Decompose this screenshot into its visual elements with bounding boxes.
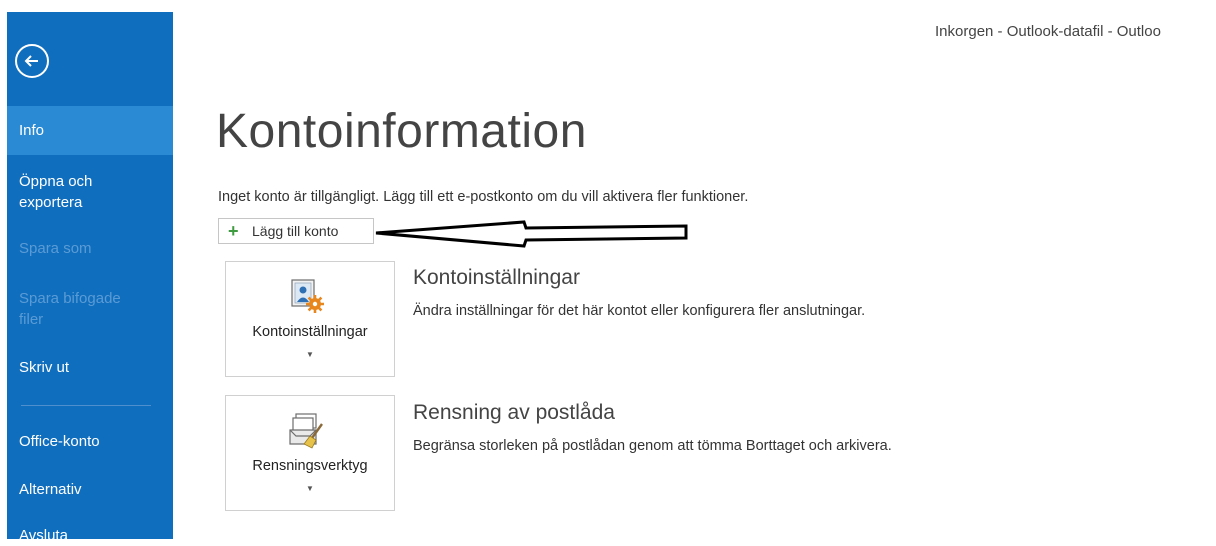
- chevron-down-icon: ▼: [306, 484, 314, 493]
- annotation-arrow-icon: [375, 220, 688, 248]
- add-account-label: Lägg till konto: [252, 223, 339, 239]
- sidebar-item-label: Spara bifogade: [19, 290, 121, 307]
- sidebar-item-exit[interactable]: Avsluta: [7, 525, 173, 546]
- add-account-button[interactable]: + Lägg till konto: [218, 218, 374, 244]
- cleanup-tools-tile-label: Rensningsverktyg: [252, 458, 368, 474]
- sidebar-item-label: Info: [19, 122, 45, 139]
- sidebar-item-label: Öppna och: [19, 173, 93, 190]
- sidebar-item-label: Spara som: [19, 240, 92, 257]
- sidebar-item-label: exportera: [19, 194, 83, 211]
- sidebar-item-save-attachments: Spara bifogade filer: [7, 288, 173, 330]
- back-arrow-icon: [24, 55, 38, 67]
- sidebar-item-open-export[interactable]: Öppna och exportera: [7, 171, 173, 213]
- sidebar-item-label: Avsluta: [19, 527, 68, 544]
- mailbox-cleanup-heading: Rensning av postlåda: [413, 401, 615, 424]
- no-account-message: Inget konto är tillgängligt. Lägg till e…: [218, 189, 749, 205]
- sidebar-item-office-account[interactable]: Office-konto: [7, 431, 173, 452]
- plus-icon: +: [228, 221, 239, 241]
- sidebar-divider: [21, 405, 151, 406]
- backstage-sidebar: Info Öppna och exportera Spara som Spara…: [7, 12, 173, 544]
- sidebar-item-options[interactable]: Alternativ: [7, 479, 173, 500]
- sidebar-item-info[interactable]: Info: [7, 106, 173, 155]
- window-title: Inkorgen - Outlook-datafil - Outloo: [935, 23, 1161, 40]
- account-settings-description: Ändra inställningar för det här kontot e…: [413, 303, 866, 319]
- sidebar-item-label: Skriv ut: [19, 359, 70, 376]
- back-button[interactable]: [15, 44, 49, 78]
- page-title: Kontoinformation: [216, 105, 587, 158]
- mailbox-cleanup-description: Begränsa storleken på postlådan genom at…: [413, 438, 892, 454]
- sidebar-item-label: filer: [19, 311, 44, 328]
- sidebar-item-print[interactable]: Skriv ut: [7, 357, 173, 378]
- cleanup-tools-icon: [289, 413, 323, 449]
- account-settings-icon: [291, 279, 324, 313]
- account-settings-heading: Kontoinställningar: [413, 266, 580, 289]
- account-settings-tile-label: Kontoinställningar: [252, 324, 368, 340]
- cleanup-tools-tile[interactable]: Rensningsverktyg ▼: [225, 395, 395, 511]
- sidebar-item-label: Office-konto: [19, 433, 100, 450]
- sidebar-item-save-as: Spara som: [7, 238, 173, 259]
- chevron-down-icon: ▼: [306, 350, 314, 359]
- sidebar-item-label: Alternativ: [19, 481, 82, 498]
- account-settings-tile[interactable]: Kontoinställningar ▼: [225, 261, 395, 377]
